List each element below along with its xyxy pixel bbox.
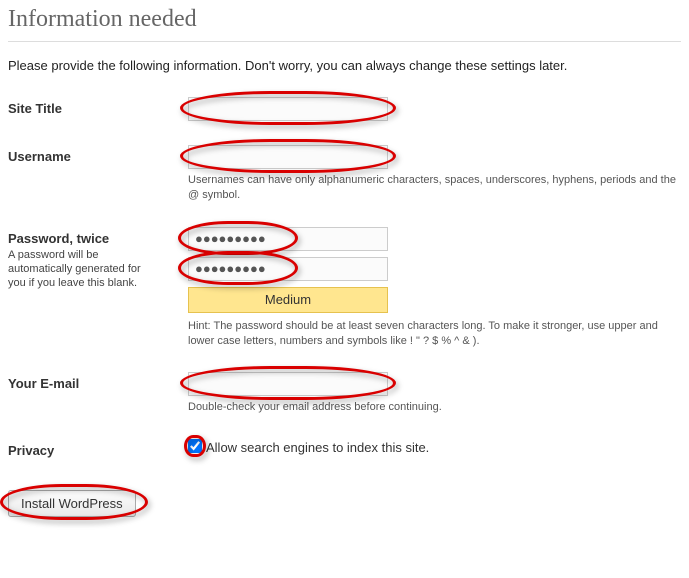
privacy-text: Allow search engines to index this site. <box>206 440 429 455</box>
intro-text: Please provide the following information… <box>8 58 681 73</box>
username-input[interactable] <box>188 145 388 169</box>
label-password-text: Password, twice <box>8 231 109 246</box>
page-heading: Information needed <box>8 4 681 42</box>
label-username: Username <box>8 145 188 164</box>
install-wordpress-button[interactable]: Install WordPress <box>8 490 136 517</box>
row-username: Username Usernames can have only alphanu… <box>8 145 681 203</box>
row-password: Password, twice A password will be autom… <box>8 227 681 349</box>
email-input[interactable] <box>188 372 388 396</box>
label-password-sub: A password will be automatically generat… <box>8 248 158 291</box>
label-email: Your E-mail <box>8 372 188 391</box>
password-strength-meter: Medium <box>188 287 388 313</box>
label-privacy: Privacy <box>8 439 188 458</box>
password-input-2[interactable] <box>188 257 388 281</box>
password-hint: Hint: The password should be at least se… <box>188 319 681 349</box>
label-password: Password, twice A password will be autom… <box>8 227 188 291</box>
email-desc: Double-check your email address before c… <box>188 400 681 415</box>
password-input-1[interactable] <box>188 227 388 251</box>
privacy-checkbox[interactable] <box>188 439 202 453</box>
label-site-title: Site Title <box>8 97 188 116</box>
row-privacy: Privacy Allow search engines to index th… <box>8 439 681 458</box>
row-site-title: Site Title <box>8 97 681 121</box>
username-desc: Usernames can have only alphanumeric cha… <box>188 173 681 203</box>
row-email: Your E-mail Double-check your email addr… <box>8 372 681 415</box>
site-title-input[interactable] <box>188 97 388 121</box>
